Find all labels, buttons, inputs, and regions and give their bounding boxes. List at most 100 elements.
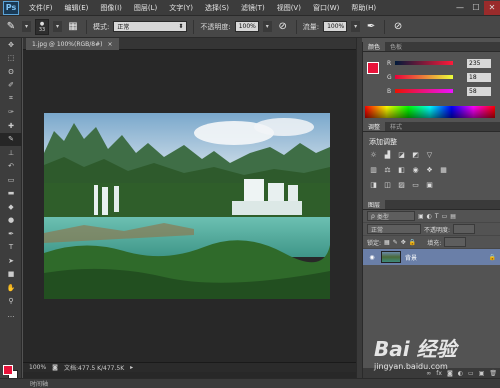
- airbrush-icon[interactable]: ✒: [364, 20, 378, 34]
- tab-adjustments[interactable]: 调整: [363, 122, 386, 131]
- color-lookup-icon[interactable]: ▦: [439, 165, 448, 174]
- menu-help[interactable]: 帮助(H): [345, 3, 382, 13]
- menu-filter[interactable]: 滤镜(T): [235, 3, 271, 13]
- type-filter-icon[interactable]: T: [435, 213, 439, 220]
- tab-layers[interactable]: 图层: [363, 200, 386, 209]
- tab-swatches[interactable]: 色板: [385, 42, 407, 51]
- layer-name[interactable]: 背景: [405, 253, 417, 262]
- document-tab[interactable]: 1.jpg @ 100%(RGB/8#) ×: [26, 38, 119, 50]
- chevron-right-icon[interactable]: ▸: [130, 364, 133, 371]
- minimize-button[interactable]: —: [452, 1, 468, 15]
- black-white-icon[interactable]: ◧: [397, 165, 406, 174]
- invert-icon[interactable]: ◨: [369, 180, 378, 189]
- flow-input[interactable]: 100%: [323, 21, 348, 32]
- brush-size-picker[interactable]: ● 33: [35, 18, 49, 35]
- blue-slider[interactable]: [395, 89, 453, 93]
- gradient-map-icon[interactable]: ▭: [411, 180, 420, 189]
- pixel-filter-icon[interactable]: ▣: [418, 213, 424, 220]
- lock-transparent-icon[interactable]: ▦: [384, 239, 390, 246]
- eraser-tool-icon[interactable]: ▭: [0, 173, 22, 187]
- zoom-level[interactable]: 100%: [29, 364, 46, 371]
- chevron-down-icon[interactable]: ▾: [262, 21, 272, 32]
- path-select-tool-icon[interactable]: ➤: [0, 254, 22, 268]
- crop-tool-icon[interactable]: ⌗: [0, 92, 22, 106]
- history-brush-tool-icon[interactable]: ↶: [0, 160, 22, 174]
- lock-position-icon[interactable]: ✥: [401, 239, 406, 246]
- menu-select[interactable]: 选择(S): [199, 3, 235, 13]
- tab-styles[interactable]: 样式: [385, 122, 407, 131]
- menu-layer[interactable]: 图层(L): [128, 3, 163, 13]
- chevron-down-icon[interactable]: ▾: [22, 21, 31, 32]
- gradient-tool-icon[interactable]: ▬: [0, 187, 22, 201]
- document-size[interactable]: 文档:477.5 K/477.5K: [64, 363, 124, 372]
- maximize-button[interactable]: ☐: [468, 1, 484, 15]
- brightness-icon[interactable]: ☼: [369, 150, 378, 159]
- eyedropper-tool-icon[interactable]: ✑: [0, 106, 22, 120]
- layer-filter-select[interactable]: ρ 类型: [367, 211, 415, 221]
- menu-file[interactable]: 文件(F): [23, 3, 59, 13]
- chevron-down-icon[interactable]: ▾: [351, 21, 361, 32]
- foreground-color-swatch[interactable]: [3, 365, 13, 375]
- shape-filter-icon[interactable]: ▭: [442, 213, 448, 220]
- channel-mixer-icon[interactable]: ❖: [425, 165, 434, 174]
- menu-type[interactable]: 文字(Y): [163, 3, 199, 13]
- hue-saturation-icon[interactable]: ▥: [369, 165, 378, 174]
- threshold-icon[interactable]: ▨: [397, 180, 406, 189]
- lock-all-icon[interactable]: 🔒: [409, 239, 416, 246]
- lock-pixels-icon[interactable]: ✎: [393, 239, 398, 246]
- menu-image[interactable]: 图像(I): [94, 3, 128, 13]
- smart-filter-icon[interactable]: ▤: [450, 213, 456, 220]
- close-button[interactable]: ✕: [484, 0, 500, 15]
- clone-stamp-tool-icon[interactable]: ⊥: [0, 146, 22, 160]
- healing-brush-tool-icon[interactable]: ✚: [0, 119, 22, 133]
- blur-tool-icon[interactable]: ◆: [0, 200, 22, 214]
- shape-tool-icon[interactable]: ■: [0, 268, 22, 282]
- menu-window[interactable]: 窗口(W): [307, 3, 345, 13]
- blue-value-input[interactable]: 58: [467, 86, 491, 96]
- selective-color-icon[interactable]: ▣: [425, 180, 434, 189]
- quick-select-tool-icon[interactable]: ✐: [0, 79, 22, 93]
- brush-tool-preset-icon[interactable]: ✎: [4, 20, 18, 34]
- lasso-tool-icon[interactable]: ʘ: [0, 65, 22, 79]
- curves-icon[interactable]: ◪: [397, 150, 406, 159]
- pressure-size-icon[interactable]: ⊘: [391, 20, 405, 34]
- chevron-down-icon[interactable]: ▾: [53, 21, 62, 32]
- layer-opacity-input[interactable]: [453, 224, 476, 234]
- pen-tool-icon[interactable]: ✒: [0, 227, 22, 241]
- foreground-color-preview[interactable]: [367, 62, 379, 74]
- posterize-icon[interactable]: ◫: [383, 180, 392, 189]
- dodge-tool-icon[interactable]: ●: [0, 214, 22, 228]
- vibrance-icon[interactable]: ▽: [425, 150, 434, 159]
- close-icon[interactable]: ×: [107, 41, 112, 48]
- green-value-input[interactable]: 18: [467, 72, 491, 82]
- pressure-opacity-icon[interactable]: ⊘: [276, 20, 290, 34]
- brush-panel-icon[interactable]: ▦: [66, 20, 80, 34]
- tab-color[interactable]: 颜色: [363, 42, 386, 51]
- color-balance-icon[interactable]: ⚖: [383, 165, 392, 174]
- menu-edit[interactable]: 编辑(E): [59, 3, 95, 13]
- zoom-tool-icon[interactable]: ⚲: [0, 295, 22, 309]
- levels-icon[interactable]: ▟: [383, 150, 392, 159]
- layer-row-background[interactable]: ◉ 背景 🔒: [363, 249, 500, 265]
- hand-tool-icon[interactable]: ✋: [0, 281, 22, 295]
- timeline-label[interactable]: 时间轴: [30, 379, 48, 388]
- photo-filter-icon[interactable]: ◉: [411, 165, 420, 174]
- more-tools-icon[interactable]: …: [0, 308, 22, 322]
- move-tool-icon[interactable]: ✥: [0, 38, 22, 52]
- blend-mode-select[interactable]: 正常: [367, 224, 421, 234]
- adjustment-filter-icon[interactable]: ◐: [427, 213, 432, 220]
- red-value-input[interactable]: 235: [467, 58, 491, 68]
- menu-view[interactable]: 视图(V): [271, 3, 307, 13]
- exposure-icon[interactable]: ◩: [411, 150, 420, 159]
- canvas-image[interactable]: [44, 113, 330, 299]
- info-icon[interactable]: ◙: [52, 364, 58, 371]
- fill-input[interactable]: [444, 237, 467, 247]
- mode-select[interactable]: 正常 ⬍: [113, 21, 188, 32]
- green-slider[interactable]: [395, 75, 453, 79]
- type-tool-icon[interactable]: T: [0, 241, 22, 255]
- opacity-input[interactable]: 100%: [234, 21, 259, 32]
- brush-tool-icon[interactable]: ✎: [0, 132, 22, 146]
- red-slider[interactable]: [395, 61, 453, 65]
- marquee-tool-icon[interactable]: ⬚: [0, 52, 22, 66]
- eye-icon[interactable]: ◉: [367, 254, 377, 261]
